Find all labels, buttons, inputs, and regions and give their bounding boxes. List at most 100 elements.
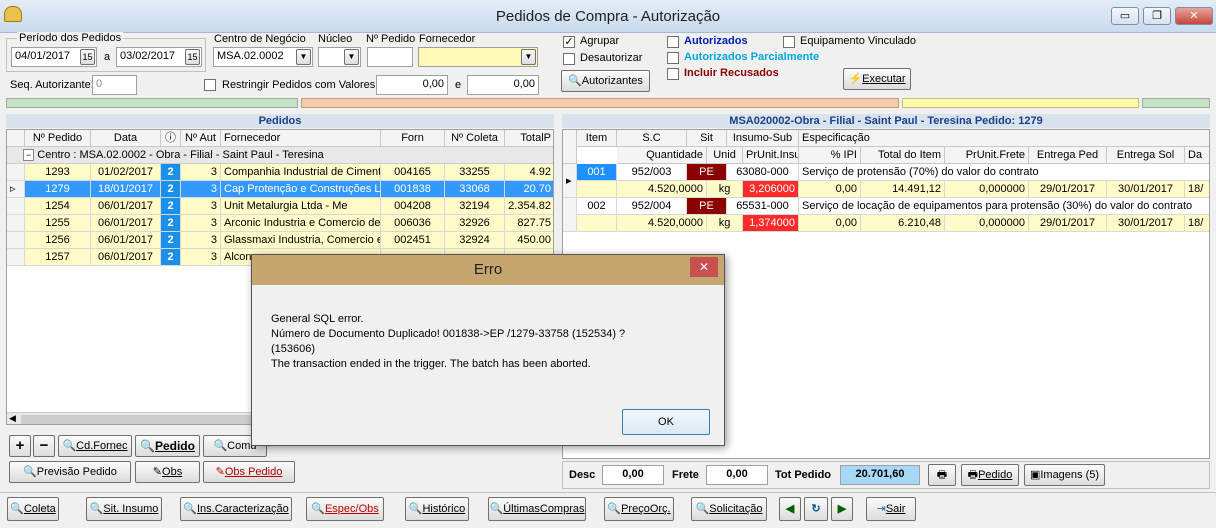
entrega-sol-cell[interactable]: 30/01/2017 [1107,215,1185,232]
obs-button[interactable]: ✎Obs [135,461,200,483]
col-total[interactable]: Total do Item [861,147,945,164]
pedido-button[interactable]: 🔍Pedido [135,435,200,457]
historico-button[interactable]: 🔍Histórico [405,497,469,521]
chevron-down-icon[interactable]: ▼ [521,49,536,65]
restringir-checkbox[interactable] [204,79,216,91]
row-pointer-icon[interactable]: ▹ [7,181,25,198]
pedido-cell[interactable]: 06/01/2017 [91,198,161,215]
total-cell[interactable]: 14.491,12 [861,181,945,198]
sair-button[interactable]: ⇥Sair [866,497,916,521]
pedido-cell[interactable]: 32926 [445,215,505,232]
pedido-cell[interactable]: 2 [161,181,181,198]
pedido-cell[interactable]: 18/01/2017 [91,181,161,198]
ultimas-compras-button[interactable]: 🔍ÚltimasCompras [488,497,586,521]
ok-button[interactable]: OK [622,409,710,435]
col-fornecedor[interactable]: Fornecedor [221,130,381,147]
pedido-cell[interactable]: 2 [161,232,181,249]
empty-cell[interactable] [577,181,617,198]
ipi-cell[interactable]: 0,00 [799,215,861,232]
pedido-cell[interactable]: 827.75 [505,215,553,232]
pedido-cell[interactable]: 450.00 [505,232,553,249]
prev-arrow-icon[interactable]: ◀ [779,497,801,521]
fornecedor-select[interactable] [418,47,538,67]
especificacao-cell[interactable]: Serviço de protensão (70%) do valor do c… [799,164,1209,181]
especificacao-cell[interactable]: Serviço de locação de equipamentos para … [799,198,1209,215]
row-indicator[interactable] [7,249,25,266]
sc-cell[interactable]: 952/004 [617,198,687,215]
pedido-cell[interactable]: 4.92 [505,164,553,181]
pedido-cell[interactable]: 2 [161,215,181,232]
minimize-button[interactable]: ▭ [1111,7,1139,25]
imagens-button[interactable]: ▣Imagens (5) [1024,464,1105,486]
item-cell[interactable]: 002 [577,198,617,215]
pedido-cell[interactable]: 1279 [25,181,91,198]
col-npedido[interactable]: Nº Pedido [25,130,91,147]
autorizados-checkbox[interactable] [667,36,679,48]
pedido-cell[interactable]: 1254 [25,198,91,215]
next-arrow-icon[interactable]: ▶ [831,497,853,521]
pedido-cell[interactable]: 01/02/2017 [91,164,161,181]
ipi-cell[interactable]: 0,00 [799,181,861,198]
item-cell[interactable]: 001 [577,164,617,181]
frete-cell[interactable]: 0,000000 [945,181,1029,198]
chevron-down-icon[interactable]: ▼ [296,49,311,65]
col-forn[interactable]: Forn [381,130,445,147]
col-naut[interactable]: Nº Aut [181,130,221,147]
print-pedido-button[interactable]: 🖶Pedido [961,464,1019,486]
add-button[interactable]: + [9,435,31,457]
calendar-icon[interactable]: 15 [185,49,200,65]
row-pointer-icon[interactable]: ▸ [563,164,577,198]
total-cell[interactable]: 6.210,48 [861,215,945,232]
pedido-cell[interactable]: 2 [161,249,181,266]
sc-cell[interactable]: 952/003 [617,164,687,181]
maximize-button[interactable]: ❐ [1143,7,1171,25]
da-cell[interactable]: 18/ [1185,181,1209,198]
executar-button[interactable]: ⚡Executar [843,68,911,90]
col-item[interactable]: Item [577,130,617,147]
col-frete[interactable]: PrUnit.Frete [945,147,1029,164]
col-da[interactable]: Da [1185,147,1209,164]
refresh-icon[interactable]: ↻ [804,497,828,521]
ins-caract-button[interactable]: 🔍Ins.Caracterização [180,497,292,521]
pedido-cell[interactable]: Companhia Industrial de Cimento [221,164,381,181]
col-unid[interactable]: Unid [707,147,743,164]
collapse-icon[interactable]: − [23,149,35,161]
pedido-cell[interactable]: 20.70 [505,181,553,198]
pedido-cell[interactable]: Unit Metalurgia Ltda - Me [221,198,381,215]
pedido-cell[interactable]: 06/01/2017 [91,249,161,266]
pedido-cell[interactable]: 2.354.82 [505,198,553,215]
calendar-icon[interactable]: 15 [80,49,95,65]
pedido-cell[interactable]: 1293 [25,164,91,181]
autorizantes-button[interactable]: 🔍Autorizantes [561,70,650,92]
col-sit[interactable]: Sit [687,130,727,147]
prunit-cell[interactable]: 3,206000 [743,181,799,198]
pedido-cell[interactable]: 2 [161,164,181,181]
col-data[interactable]: Data [91,130,161,147]
pedido-cell[interactable]: 3 [181,232,221,249]
row-indicator[interactable] [563,198,577,232]
npedido-input[interactable] [367,47,413,67]
row-indicator[interactable] [7,215,25,232]
pedido-cell[interactable]: Cap Protenção e Construções Lt [221,181,381,198]
espec-obs-button[interactable]: 🔍Espec/Obs [306,497,384,521]
desautorizar-checkbox[interactable] [563,53,575,65]
incluir-recusados-checkbox[interactable] [667,68,679,80]
close-button[interactable]: ✕ [1175,7,1213,25]
preco-orc-button[interactable]: 🔍PreçoOrç. [604,497,674,521]
sit-badge[interactable]: PE [687,164,727,181]
col-sc[interactable]: S.C [617,130,687,147]
row-indicator[interactable] [7,198,25,215]
pedido-cell[interactable]: 06/01/2017 [91,215,161,232]
printer-icon[interactable]: 🖶 [928,464,956,486]
pedido-cell[interactable]: 3 [181,181,221,198]
sit-insumo-button[interactable]: 🔍Sit. Insumo [86,497,162,521]
pedido-cell[interactable]: 32194 [445,198,505,215]
agrupar-checkbox[interactable]: ✓ [563,36,575,48]
pedido-cell[interactable]: 1256 [25,232,91,249]
seq-input[interactable]: 0 [92,75,137,95]
insumo-cell[interactable]: 63080-000 [727,164,799,181]
pedido-cell[interactable]: Glassmaxi Industria, Comercio e S [221,232,381,249]
sit-badge[interactable]: PE [687,198,727,215]
unid-cell[interactable]: kg [707,215,743,232]
row-indicator[interactable] [7,232,25,249]
